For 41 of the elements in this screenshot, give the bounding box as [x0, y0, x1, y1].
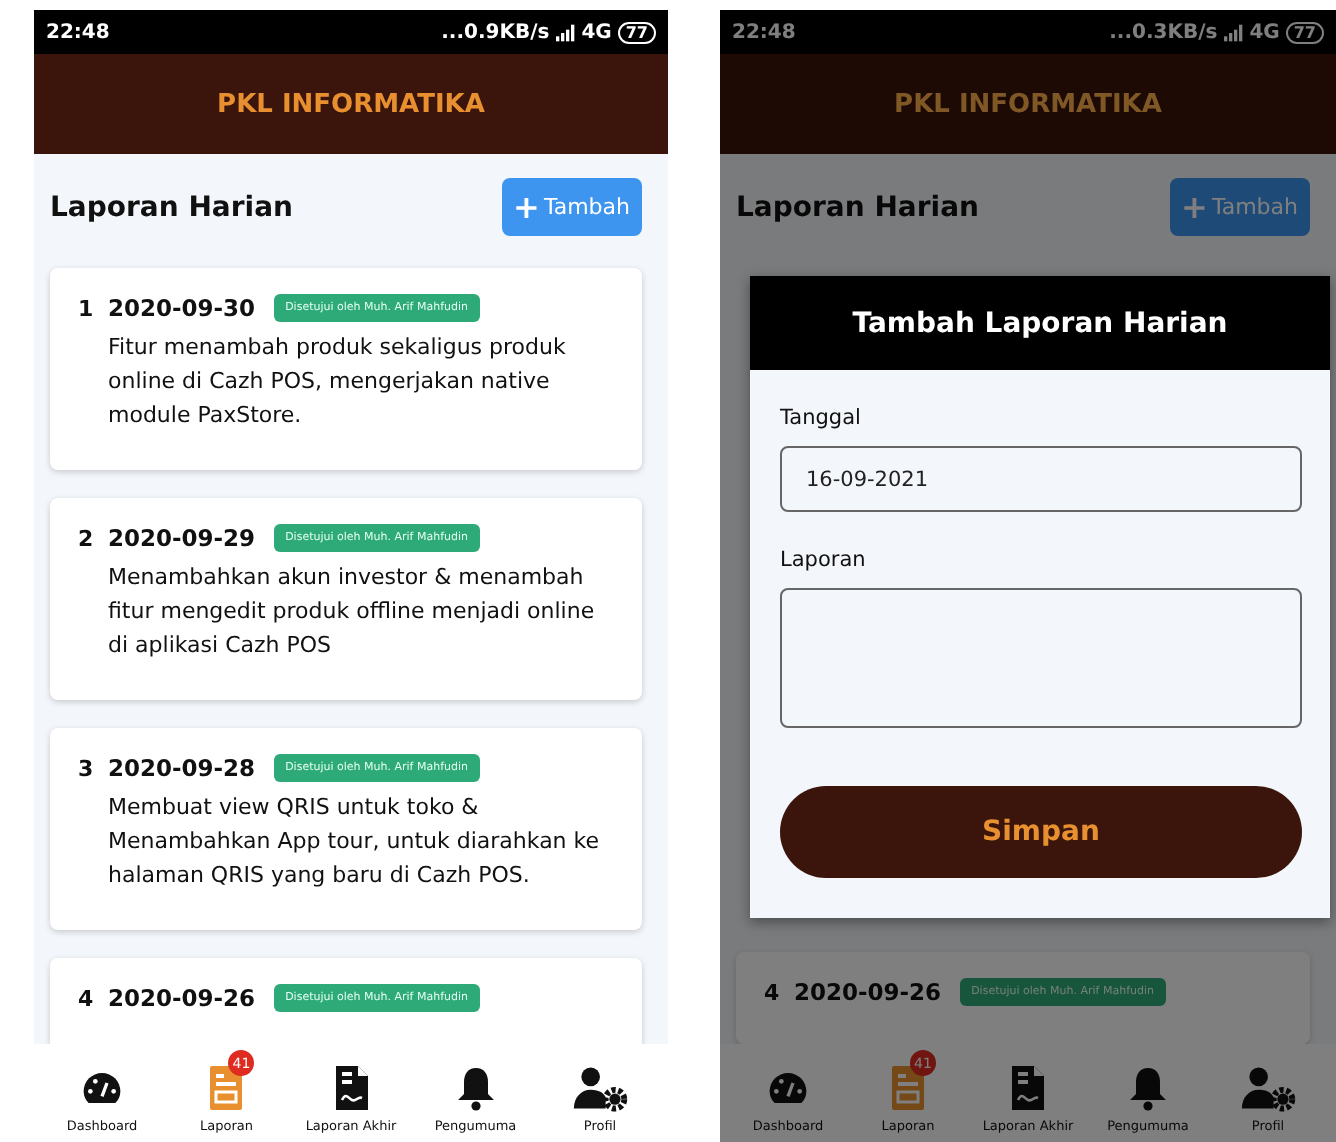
report-number: 3	[78, 755, 90, 781]
network-type: 4G	[581, 21, 612, 43]
save-button[interactable]: Simpan	[780, 786, 1302, 878]
report-number: 4	[78, 985, 90, 1011]
report-date: 2020-09-29	[108, 524, 256, 552]
status-time: 22:48	[46, 21, 110, 43]
app-title: PKL INFORMATIKA	[894, 89, 1162, 119]
user-settings-icon	[572, 1064, 628, 1112]
file-icon	[1008, 1064, 1048, 1112]
report-date: 2020-09-30	[108, 294, 256, 322]
date-field[interactable]: 16-09-2021	[780, 446, 1302, 512]
bell-icon	[1128, 1064, 1168, 1112]
status-time: 22:48	[732, 21, 796, 43]
report-field[interactable]	[780, 588, 1302, 728]
report-description: Membuat view QRIS untuk toko & Menambahkan App tour, untuk diarahkan ke halaman QRIS yang baru di Cazh POS.	[108, 792, 602, 892]
file-icon	[331, 1064, 371, 1112]
report-number: 1	[78, 295, 90, 321]
battery-level: 77	[1285, 21, 1324, 43]
report-date: 2020-09-28	[108, 754, 256, 782]
report-date: 2020-09-26	[794, 978, 942, 1006]
network-type: 4G	[1249, 21, 1280, 43]
battery-level: 77	[617, 21, 656, 43]
network-speed: ...0.9KB/s	[441, 21, 550, 43]
date-label: Tanggal	[780, 406, 863, 430]
bell-icon	[455, 1064, 496, 1112]
dialog-title: Tambah Laporan Harian	[852, 307, 1228, 339]
signal-icon	[555, 23, 576, 41]
network-speed: ...0.3KB/s	[1109, 21, 1218, 43]
page-title: Laporan Harian	[50, 191, 293, 223]
document-icon	[888, 1064, 928, 1112]
user-settings-icon	[1240, 1064, 1296, 1112]
report-date: 2020-09-26	[108, 984, 256, 1012]
report-number: 4	[764, 979, 776, 1005]
report-number: 2	[78, 525, 90, 551]
app-title: PKL INFORMATIKA	[217, 89, 485, 119]
report-label: Laporan	[780, 548, 868, 572]
page-title: Laporan Harian	[736, 191, 979, 223]
document-icon	[206, 1064, 247, 1112]
signal-icon	[1223, 23, 1244, 41]
report-description: Fitur menambah produk sekaligus produk online di Cazh POS, mengerjakan native module PaxStore.	[108, 332, 568, 432]
report-description: Menambahkan akun investor & menambah fitur mengedit produk offline menjadi online di aplikasi Cazh POS	[108, 562, 597, 662]
